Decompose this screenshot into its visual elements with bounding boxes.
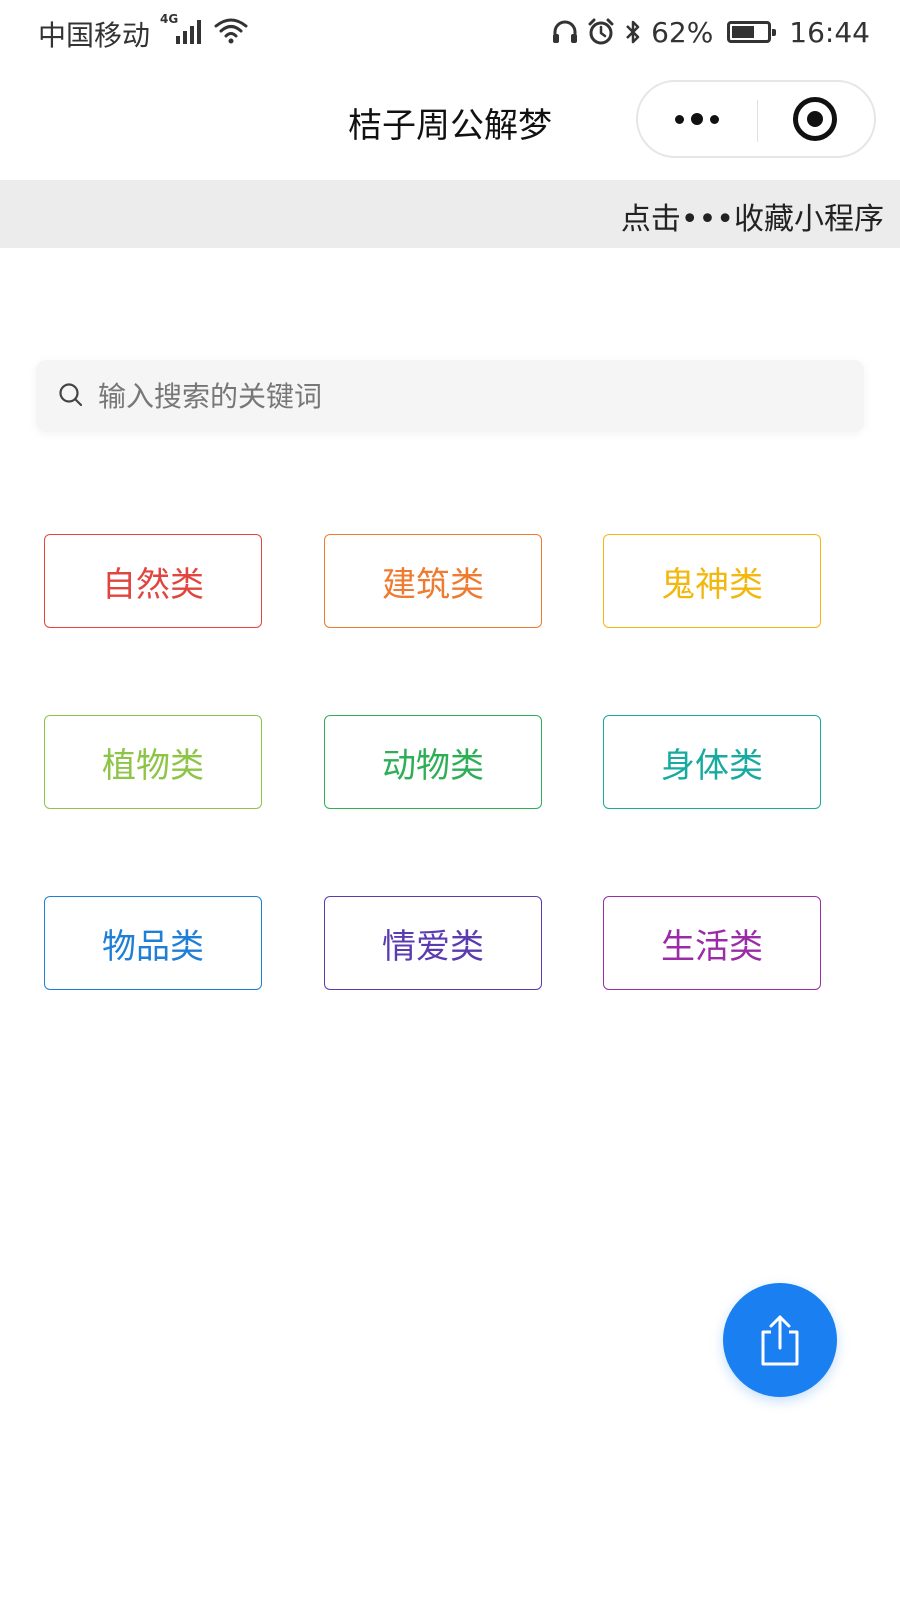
search-box[interactable] — [36, 360, 864, 432]
status-bar: 中国移动 4G 62% 16:44 — [0, 0, 900, 66]
screen: 中国移动 4G 62% 16:44 桔子周公解梦 点击•••收藏小程序 输入搜索… — [0, 0, 900, 1600]
category-button[interactable]: 生活类 — [603, 896, 821, 990]
favorite-hint-bar: 点击•••收藏小程序 — [0, 180, 900, 248]
category-button[interactable]: 自然类 — [44, 534, 262, 628]
category-button[interactable]: 建筑类 — [324, 534, 542, 628]
battery-fill — [732, 26, 755, 38]
battery-percent: 62% — [651, 15, 714, 49]
more-button[interactable] — [638, 82, 756, 156]
target-icon — [793, 97, 837, 141]
search-input[interactable] — [94, 360, 834, 432]
wifi-icon — [214, 18, 248, 44]
capsule-menu — [636, 80, 876, 158]
navigation-bar: 桔子周公解梦 — [0, 66, 900, 176]
category-button[interactable]: 情爱类 — [324, 896, 542, 990]
share-button[interactable] — [723, 1283, 837, 1397]
category-button[interactable]: 物品类 — [44, 896, 262, 990]
category-button[interactable]: 植物类 — [44, 715, 262, 809]
battery-icon — [727, 21, 777, 43]
signal-icon — [176, 18, 206, 44]
headphones-icon — [553, 20, 578, 43]
favorite-hint-text: 点击•••收藏小程序 — [620, 202, 884, 237]
share-icon — [761, 1315, 799, 1366]
bluetooth-icon — [626, 20, 640, 44]
clock: 16:44 — [789, 15, 870, 49]
category-button[interactable]: 鬼神类 — [603, 534, 821, 628]
search-icon — [59, 383, 83, 407]
alarm-icon — [588, 18, 614, 45]
carrier-name: 中国移动 — [38, 19, 151, 52]
close-button[interactable] — [756, 82, 874, 156]
status-right-group: 62% 16:44 — [551, 12, 870, 52]
more-dots-icon — [675, 113, 719, 125]
category-button[interactable]: 动物类 — [324, 715, 542, 809]
category-button[interactable]: 身体类 — [603, 715, 821, 809]
